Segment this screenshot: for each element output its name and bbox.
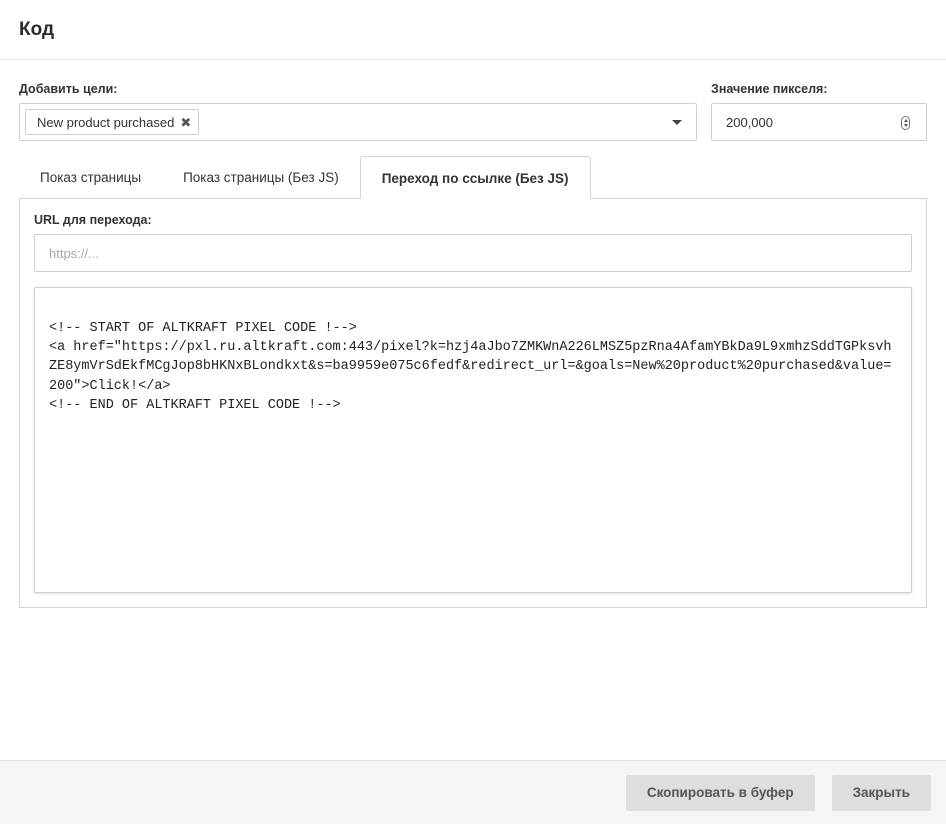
tab-page-view-no-js[interactable]: Показ страницы (Без JS) — [162, 156, 360, 199]
pixel-value-field: Значение пикселя: 200,000 — [711, 82, 927, 141]
spinner-down-icon[interactable] — [903, 124, 908, 127]
goals-label: Добавить цели: — [19, 82, 118, 96]
remove-tag-icon[interactable]: ✖ — [180, 116, 191, 129]
tab-bar: Показ страницы Показ страницы (Без JS) П… — [19, 156, 927, 199]
spinner-up-icon[interactable] — [903, 119, 908, 122]
tab-link-click-no-js[interactable]: Переход по ссылке (Без JS) — [359, 156, 591, 199]
fields-row: Добавить цели: New product purchased ✖ З… — [19, 82, 927, 141]
goals-field: Добавить цели: New product purchased ✖ — [19, 82, 697, 141]
redirect-url-input[interactable] — [34, 234, 912, 272]
redirect-url-label: URL для перехода: — [34, 213, 152, 227]
close-button[interactable]: Закрыть — [831, 774, 931, 811]
tab-page-view[interactable]: Показ страницы — [19, 156, 162, 199]
pixel-value-text: 200,000 — [726, 114, 773, 130]
goal-tag-label: New product purchased — [37, 114, 175, 130]
goal-tag: New product purchased ✖ — [25, 109, 200, 135]
tab-panel: URL для перехода: <!-- START OF ALTKRAFT… — [19, 198, 927, 608]
modal-title: Код — [19, 18, 55, 40]
modal-body: Добавить цели: New product purchased ✖ З… — [0, 60, 946, 608]
pixel-code-modal: Код Добавить цели: New product purchased… — [0, 0, 946, 824]
number-spinner-icon[interactable] — [901, 116, 910, 130]
pixel-value-label: Значение пикселя: — [711, 82, 828, 96]
goals-select[interactable]: New product purchased ✖ — [19, 103, 697, 141]
chevron-down-icon[interactable] — [672, 120, 682, 125]
modal-footer: Скопировать в буфер Закрыть — [0, 760, 946, 824]
pixel-code-block[interactable]: <!-- START OF ALTKRAFT PIXEL CODE !--> <… — [34, 287, 912, 593]
modal-header: Код — [0, 0, 946, 60]
pixel-value-input[interactable]: 200,000 — [711, 103, 927, 141]
copy-to-clipboard-button[interactable]: Скопировать в буфер — [625, 774, 815, 811]
